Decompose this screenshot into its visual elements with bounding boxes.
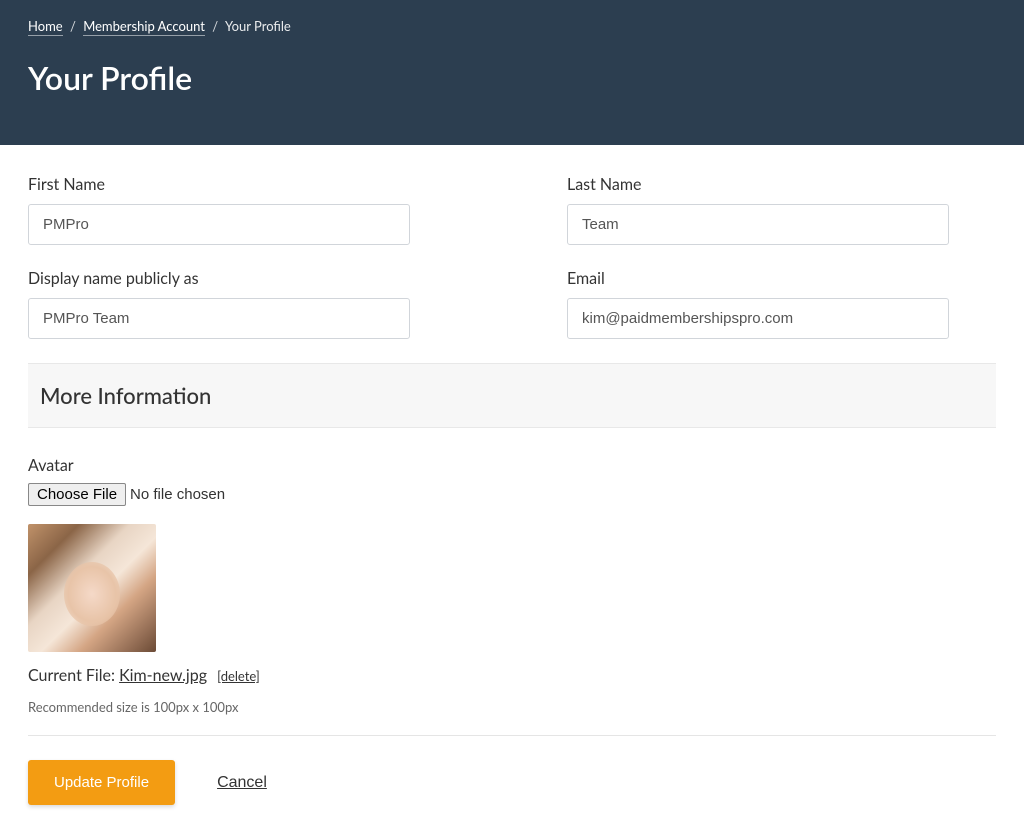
first-name-group: First Name: [28, 175, 457, 245]
first-name-input[interactable]: [28, 204, 410, 245]
breadcrumb-home[interactable]: Home: [28, 18, 63, 36]
display-name-label: Display name publicly as: [28, 269, 457, 288]
more-information-title: More Information: [40, 382, 984, 409]
action-divider: [28, 735, 996, 736]
update-profile-button[interactable]: Update Profile: [28, 760, 175, 805]
form-actions: Update Profile Cancel: [28, 760, 996, 805]
breadcrumb-account[interactable]: Membership Account: [83, 18, 205, 36]
current-file: Current File: Kim-new.jpg [delete]: [28, 666, 996, 685]
breadcrumb-current: Your Profile: [225, 18, 291, 34]
cancel-button[interactable]: Cancel: [217, 774, 267, 792]
current-file-prefix: Current File:: [28, 666, 119, 685]
file-input-row: Choose File No file chosen: [28, 483, 996, 506]
recommended-size: Recommended size is 100px x 100px: [28, 699, 996, 715]
display-name-input[interactable]: [28, 298, 410, 339]
page-header: Home / Membership Account / Your Profile…: [0, 0, 1024, 145]
breadcrumb-separator: /: [70, 18, 76, 34]
page-title: Your Profile: [28, 58, 996, 97]
email-group: Email: [567, 269, 996, 339]
content-area: First Name Last Name Display name public…: [0, 145, 1024, 835]
current-file-link[interactable]: Kim-new.jpg: [119, 666, 207, 685]
file-status: No file chosen: [130, 486, 225, 503]
choose-file-button[interactable]: Choose File: [28, 483, 126, 506]
avatar-section: Avatar Choose File No file chosen Curren…: [28, 456, 996, 715]
last-name-label: Last Name: [567, 175, 996, 194]
email-input[interactable]: [567, 298, 949, 339]
email-label: Email: [567, 269, 996, 288]
last-name-group: Last Name: [567, 175, 996, 245]
breadcrumb: Home / Membership Account / Your Profile: [28, 18, 996, 34]
more-information-header: More Information: [28, 363, 996, 428]
delete-file-link[interactable]: [delete]: [217, 668, 260, 684]
avatar-preview-image: [28, 524, 156, 652]
breadcrumb-separator: /: [212, 18, 218, 34]
avatar-label: Avatar: [28, 456, 996, 475]
first-name-label: First Name: [28, 175, 457, 194]
last-name-input[interactable]: [567, 204, 949, 245]
display-name-group: Display name publicly as: [28, 269, 457, 339]
